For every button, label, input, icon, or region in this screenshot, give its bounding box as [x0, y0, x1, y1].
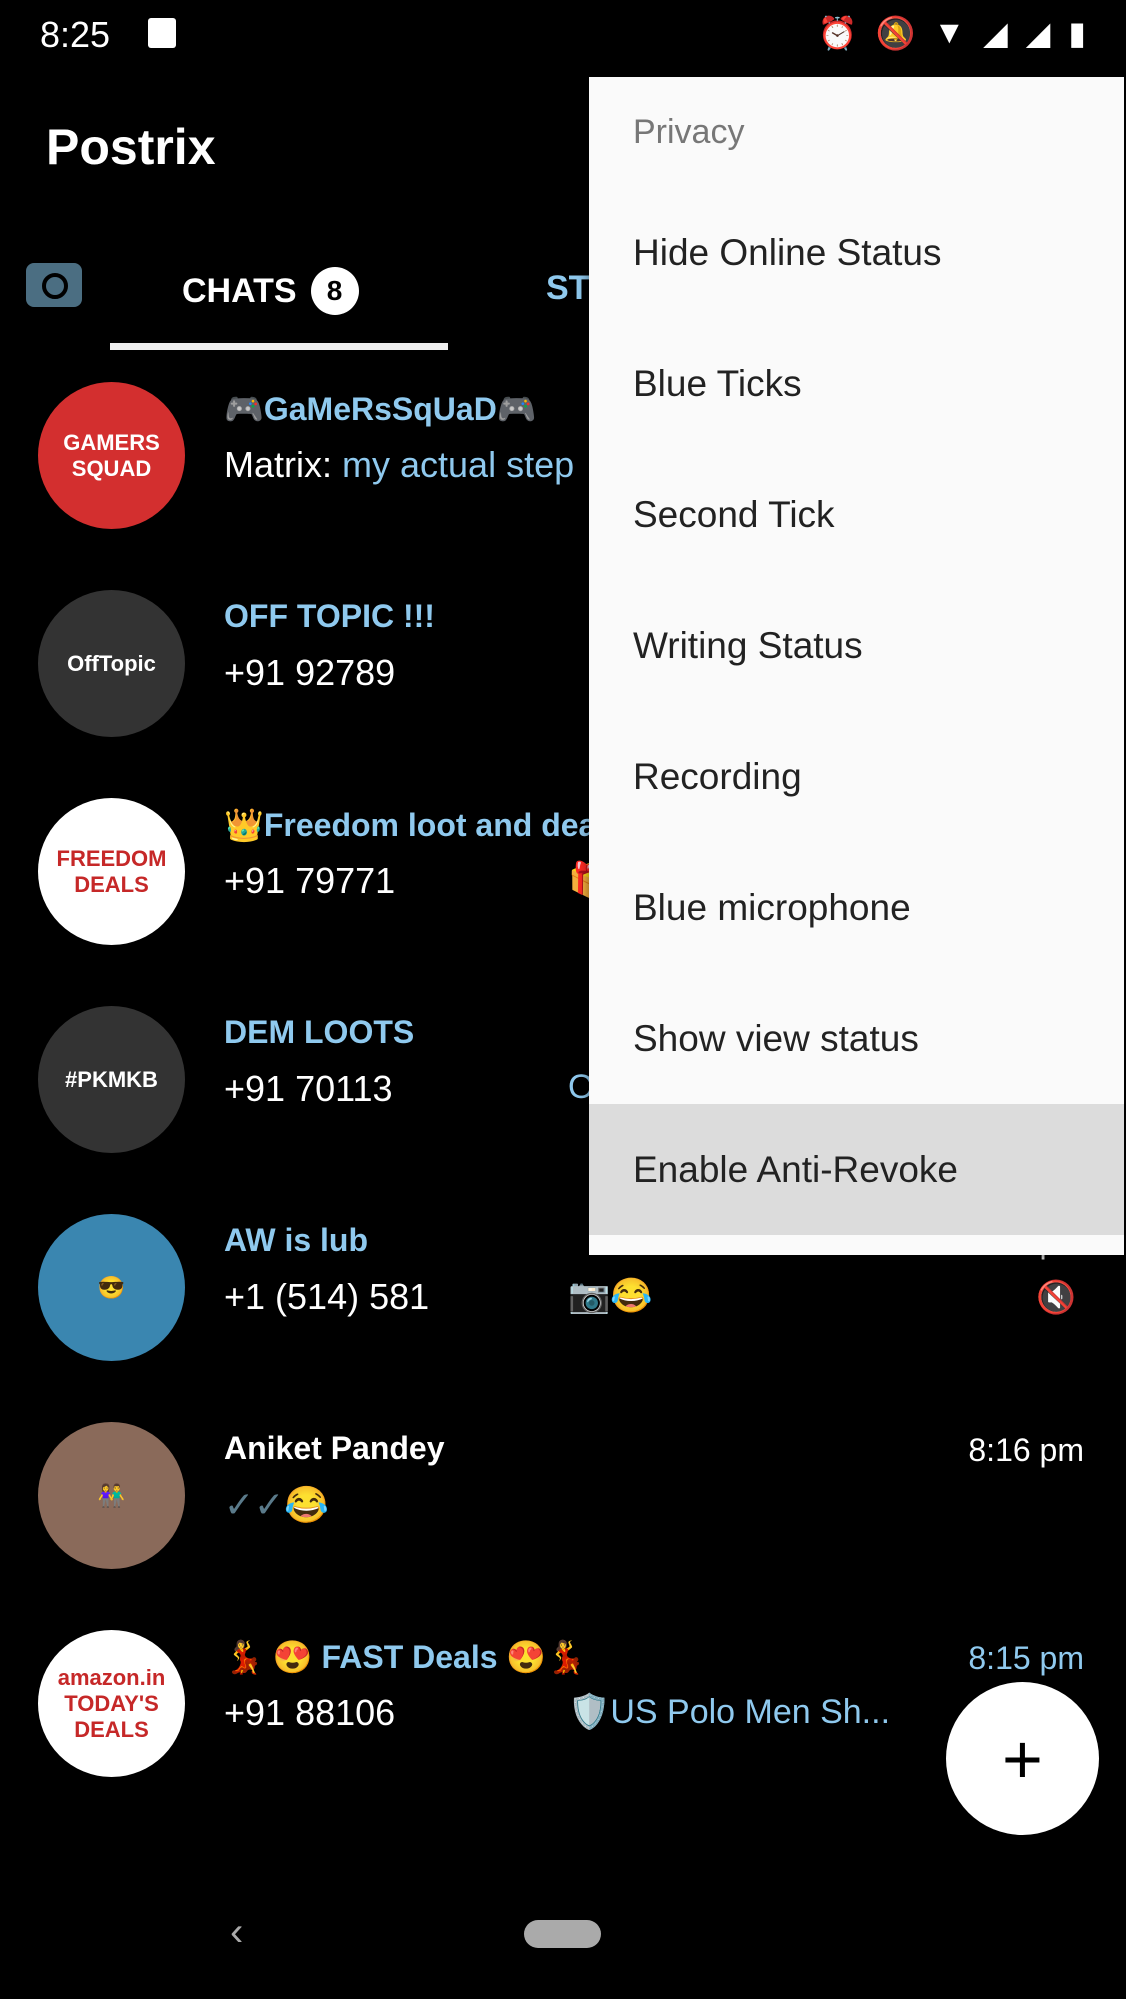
tab-chats[interactable]: CHATS 8	[182, 267, 359, 315]
menu-item-show-view-status[interactable]: Show view status	[589, 973, 1124, 1104]
chat-preview: +91 79771	[224, 860, 395, 902]
chat-preview: Matrix: my actual step	[224, 444, 574, 486]
signal-icon: ◢	[1025, 15, 1051, 51]
avatar: #PKMKB	[38, 1006, 185, 1153]
menu-item-writing-status[interactable]: Writing Status	[589, 580, 1124, 711]
signal-icon: ◢	[983, 15, 1008, 51]
mute-icon: 🔇	[1036, 1279, 1076, 1315]
chat-sender: Matrix:	[224, 444, 332, 485]
menu-item-enable-anti-revoke[interactable]: Enable Anti-Revoke	[589, 1104, 1124, 1235]
avatar-label: #PKMKB	[65, 1066, 158, 1092]
chat-preview: +91 92789	[224, 652, 395, 694]
avatar: OffTopic	[38, 590, 185, 737]
bell-off-icon: 🔕	[875, 15, 916, 51]
nav-back-button[interactable]: ‹	[230, 1910, 243, 1955]
chat-name: AW is lub	[224, 1222, 368, 1258]
chat-name: 💃 😍 FAST Deals 😍💃	[224, 1639, 587, 1675]
avatar-label: amazon.in TODAY'S DEALS	[57, 1664, 166, 1742]
battery-charging-icon: ▮	[1068, 15, 1086, 51]
chat-name: OFF TOPIC !!!	[224, 598, 435, 634]
menu-item-second-tick[interactable]: Second Tick	[589, 449, 1124, 580]
avatar: FREEDOM DEALS	[38, 798, 185, 945]
app-title: Postrix	[46, 119, 216, 175]
chat-extra: 🛡️US Polo Men Sh...	[568, 1693, 891, 1731]
chat-sender: +91 92789	[224, 652, 396, 693]
nav-home-pill[interactable]	[524, 1920, 601, 1948]
chat-preview: +91 70113	[224, 1068, 393, 1110]
chat-sender: +91 88106	[224, 1692, 396, 1733]
camera-tab-icon[interactable]	[26, 263, 82, 307]
status-time: 8:25	[40, 14, 111, 55]
menu-item-blue-microphone[interactable]: Blue microphone	[589, 842, 1124, 973]
avatar-label: 😎	[97, 1274, 126, 1300]
chat-sender: +1 (514) 581	[224, 1276, 430, 1317]
chat-sender: +91 70113	[224, 1068, 393, 1109]
overflow-menu: Privacy Hide Online Status Blue Ticks Seco…	[589, 77, 1124, 1255]
avatar-label: FREEDOM DEALS	[56, 845, 167, 897]
new-chat-fab[interactable]: +	[946, 1682, 1099, 1835]
chat-row[interactable]: 👫 Aniket Pandey ✓✓😂 8:16 pm	[0, 1422, 1126, 1630]
tab-chats-label: CHATS	[182, 271, 297, 310]
avatar-label: 👫	[97, 1482, 126, 1508]
menu-item-recording[interactable]: Recording	[589, 711, 1124, 842]
avatar: 👫	[38, 1422, 185, 1569]
avatar: GAMERS SQUAD	[38, 382, 185, 529]
chat-sender: +91 79771	[224, 860, 396, 901]
menu-item-hide-online-status[interactable]: Hide Online Status	[589, 187, 1124, 318]
unread-badge: 8	[310, 267, 359, 315]
menu-item-blue-ticks[interactable]: Blue Ticks	[589, 318, 1124, 449]
tab-status[interactable]: ST	[546, 269, 589, 308]
chat-time: 8:16 pm	[968, 1432, 1084, 1468]
chat-message: ✓✓😂	[224, 1484, 330, 1525]
status-icons: ⏰ 🔕 ▼ ◢ ◢ ▮	[818, 14, 1086, 52]
chat-name: 🎮GaMeRsSqUaD🎮	[224, 391, 537, 427]
avatar: amazon.in TODAY'S DEALS	[38, 1630, 185, 1777]
chat-time: 8:15 pm	[968, 1640, 1084, 1676]
chat-name: DEM LOOTS	[224, 1014, 415, 1050]
avatar: 😎	[38, 1214, 185, 1361]
alarm-icon: ⏰	[817, 15, 858, 51]
chat-preview: +91 88106	[224, 1692, 395, 1734]
avatar-label: GAMERS SQUAD	[63, 429, 160, 481]
menu-header-privacy: Privacy	[633, 112, 745, 151]
tab-indicator	[110, 343, 448, 350]
chat-message: my actual step	[342, 444, 575, 485]
avatar-label: OffTopic	[67, 650, 156, 676]
chat-preview: ✓✓😂	[224, 1484, 329, 1526]
chat-extra: 📷😂	[568, 1277, 653, 1315]
status-bar: 8:25 ⏰ 🔕 ▼ ◢ ◢ ▮	[0, 0, 1126, 70]
chat-preview: +1 (514) 581	[224, 1276, 429, 1318]
chat-name: Aniket Pandey	[224, 1430, 445, 1466]
chat-name: 👑Freedom loot and deals	[224, 807, 624, 843]
wifi-icon: ▼	[933, 14, 966, 50]
gallery-icon	[148, 18, 176, 48]
